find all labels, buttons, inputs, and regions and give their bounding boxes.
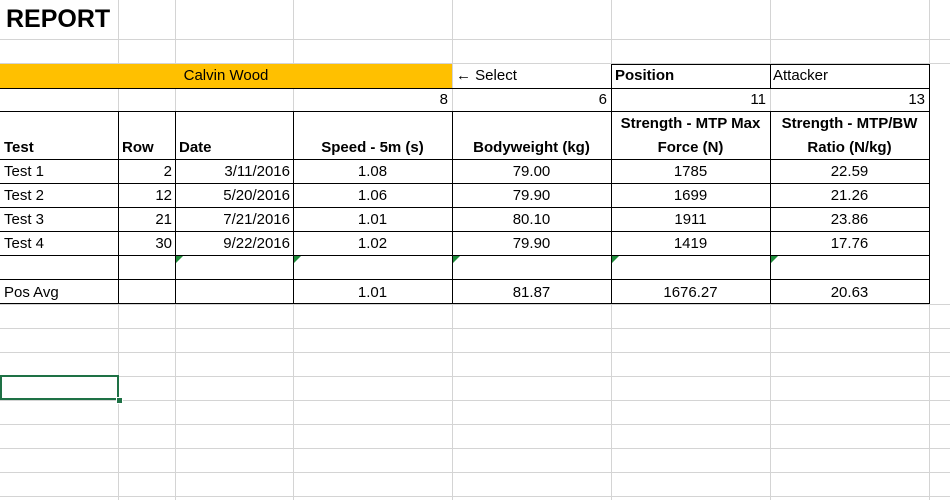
error-indicator-icon[interactable] (612, 256, 619, 263)
header-strength-max-line1: Strength - MTP Max (620, 115, 761, 132)
header-strength-max-line2: Force (N) (657, 139, 724, 156)
report-title: REPORT (6, 5, 111, 33)
speed-value[interactable]: 1.08 (293, 163, 452, 181)
active-cell-selection[interactable] (0, 375, 119, 400)
header-date: Date (179, 139, 212, 156)
row-number[interactable]: 30 (118, 235, 172, 253)
test-date[interactable]: 7/21/2016 (175, 211, 290, 229)
border (0, 207, 930, 208)
border (0, 231, 930, 232)
fill-handle[interactable] (116, 397, 123, 404)
gridline-row (0, 448, 950, 449)
ratio-value[interactable]: 23.86 (770, 211, 929, 229)
ratio-value[interactable]: 22.59 (770, 163, 929, 181)
border (0, 88, 930, 89)
border (770, 64, 771, 89)
row-number[interactable]: 12 (118, 187, 172, 205)
test-name[interactable]: Test 2 (4, 187, 44, 205)
border (0, 255, 930, 256)
border (929, 88, 930, 304)
gridline-row (0, 400, 950, 401)
gridline-row (0, 352, 950, 353)
gridline-row (0, 304, 950, 305)
ratio-value[interactable]: 17.76 (770, 235, 929, 253)
speed-value[interactable]: 1.01 (293, 211, 452, 229)
column-index: 13 (908, 91, 925, 108)
border (929, 64, 930, 89)
row-number[interactable]: 21 (118, 211, 172, 229)
header-strength-ratio-line1: Strength - MTP/BW (781, 115, 918, 132)
test-date[interactable]: 9/22/2016 (175, 235, 290, 253)
bodyweight-value[interactable]: 79.90 (452, 187, 611, 205)
player-name: Calvin Wood (183, 67, 269, 84)
gridline-row (0, 496, 950, 497)
ratio-value[interactable]: 21.26 (770, 187, 929, 205)
border (175, 111, 176, 304)
column-index: 8 (439, 91, 448, 108)
bodyweight-value[interactable]: 80.10 (452, 211, 611, 229)
border (0, 159, 930, 160)
column-index: 11 (750, 91, 766, 108)
header-speed: Speed - 5m (s) (321, 139, 424, 156)
test-date[interactable]: 5/20/2016 (175, 187, 290, 205)
header-test: Test (4, 139, 34, 156)
border (118, 111, 119, 304)
header-row-number: Row (122, 139, 154, 156)
test-date[interactable]: 3/11/2016 (175, 163, 290, 181)
gridline-row (0, 39, 950, 40)
error-indicator-icon[interactable] (294, 256, 301, 263)
border (0, 303, 930, 304)
test-name[interactable]: Test 3 (4, 211, 44, 229)
border (0, 279, 930, 280)
border (611, 64, 612, 89)
test-name[interactable]: Test 4 (4, 235, 44, 253)
border (0, 111, 930, 112)
error-indicator-icon[interactable] (453, 256, 460, 263)
position-label: Position (615, 67, 675, 84)
bodyweight-value[interactable]: 79.90 (452, 235, 611, 253)
average-ratio[interactable]: 20.63 (770, 284, 929, 302)
header-strength-ratio-line2: Ratio (N/kg) (807, 139, 892, 156)
max-force-value[interactable]: 1699 (611, 187, 770, 205)
error-indicator-icon[interactable] (176, 256, 183, 263)
average-label[interactable]: Pos Avg (4, 284, 59, 302)
border (0, 183, 930, 184)
column-index: 6 (598, 91, 607, 108)
header-bodyweight: Bodyweight (kg) (473, 139, 590, 156)
row-number[interactable]: 2 (118, 163, 172, 181)
max-force-value[interactable]: 1785 (611, 163, 770, 181)
average-speed[interactable]: 1.01 (293, 284, 452, 302)
gridline-row (0, 424, 950, 425)
max-force-value[interactable]: 1419 (611, 235, 770, 253)
bodyweight-value[interactable]: 79.00 (452, 163, 611, 181)
average-bodyweight[interactable]: 81.87 (452, 284, 611, 302)
position-value[interactable]: Attacker (773, 67, 828, 85)
gridline-row (0, 376, 950, 377)
speed-value[interactable]: 1.02 (293, 235, 452, 253)
average-max-force[interactable]: 1676.27 (611, 284, 770, 302)
gridline-row (0, 472, 950, 473)
error-indicator-icon[interactable] (771, 256, 778, 263)
speed-value[interactable]: 1.06 (293, 187, 452, 205)
max-force-value[interactable]: 1911 (611, 211, 770, 229)
select-hint: ← Select (456, 67, 517, 84)
gridline-row (0, 328, 950, 329)
test-name[interactable]: Test 1 (4, 163, 44, 181)
